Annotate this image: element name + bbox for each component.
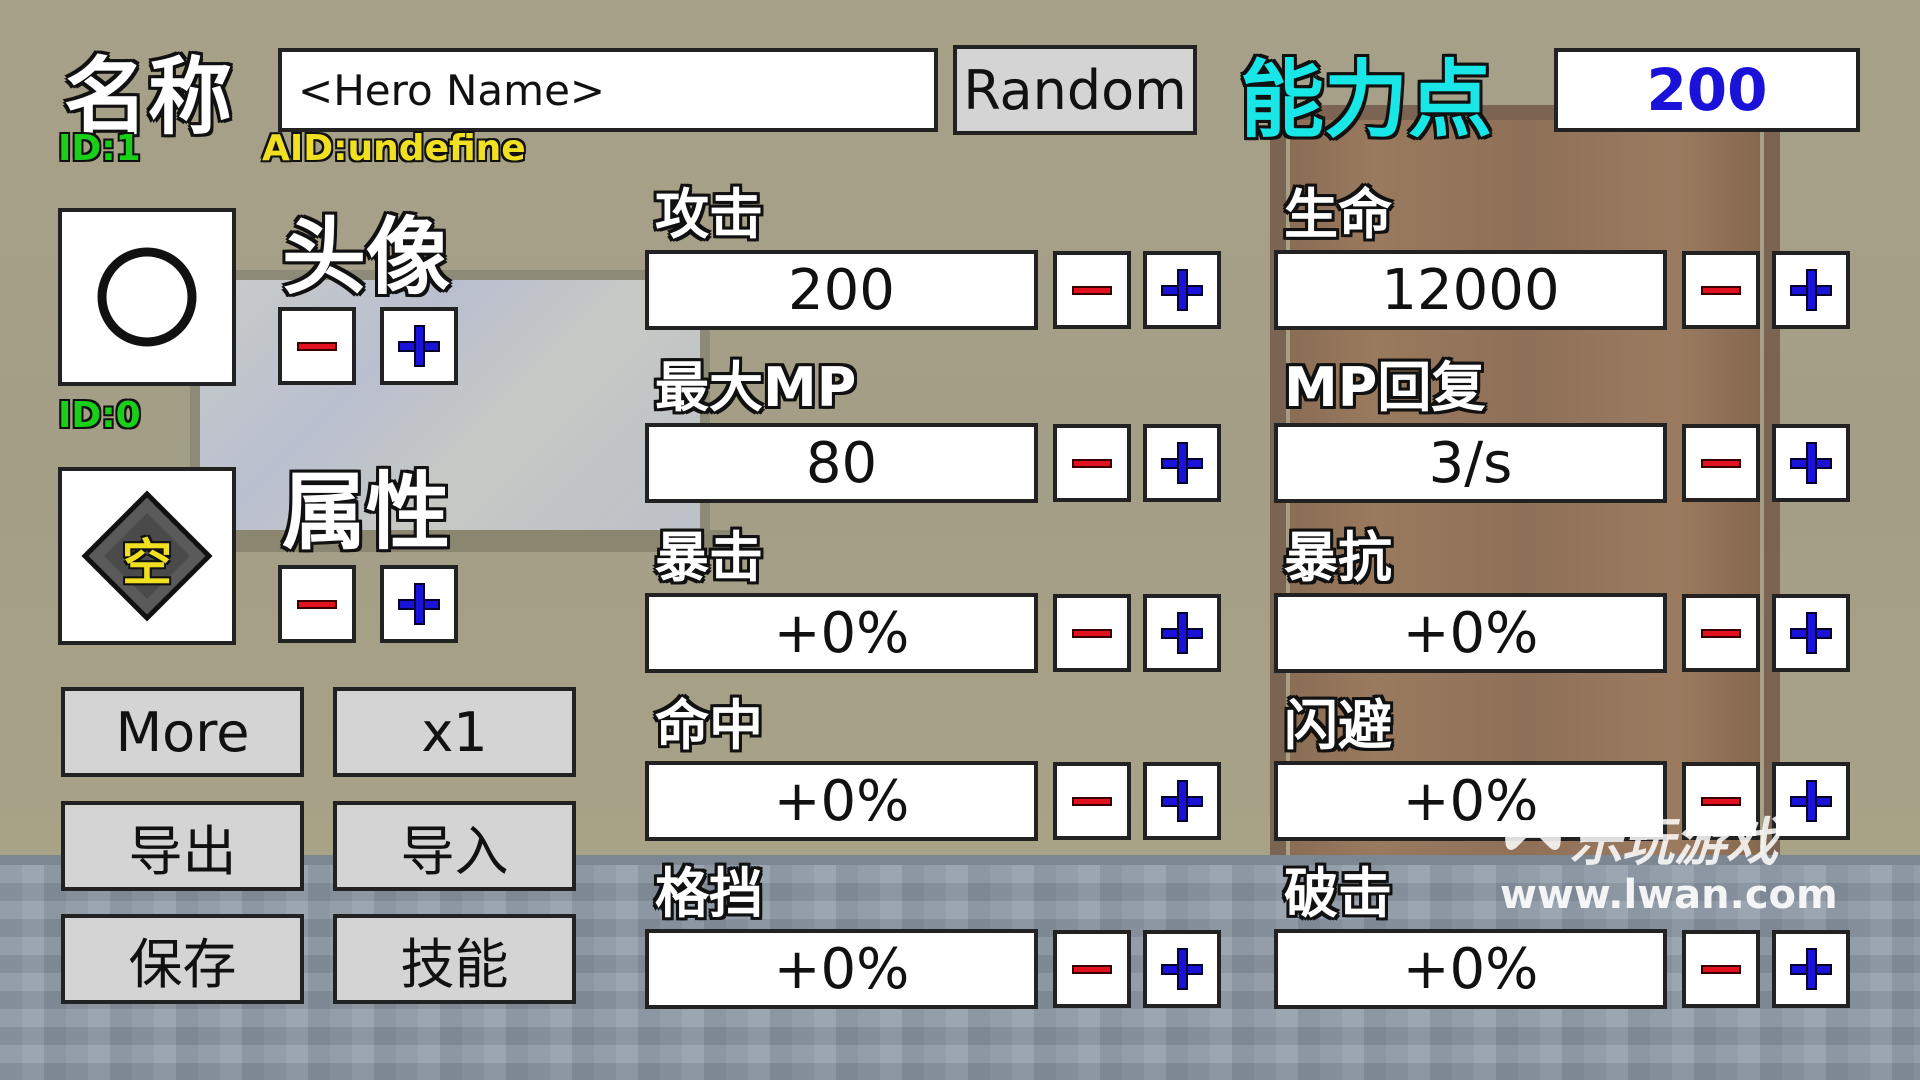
portrait-id-tag: ID:0 (58, 395, 141, 436)
stat-increase-button[interactable] (1772, 251, 1850, 329)
stat-value-field: 80 (645, 423, 1038, 503)
minus-icon (282, 569, 352, 639)
stat-value-field: 12000 (1274, 250, 1667, 330)
hero-name-input[interactable]: <Hero Name> (278, 48, 938, 132)
plus-icon (1776, 598, 1846, 668)
plus-icon (1147, 428, 1217, 498)
stat-value-field: +0% (645, 761, 1038, 841)
stat-label: 格挡 (655, 862, 763, 925)
plus-icon (1776, 428, 1846, 498)
stat-label: MP回复 (1284, 356, 1486, 419)
minus-icon (1686, 934, 1756, 1004)
portrait-next-button[interactable] (380, 307, 458, 385)
stat-value-field: 200 (645, 250, 1038, 330)
stat-label: 最大MP (655, 356, 857, 419)
import-button[interactable]: 导入 (333, 801, 576, 891)
stat-increase-button[interactable] (1772, 594, 1850, 672)
minus-icon (1057, 428, 1127, 498)
stat-decrease-button[interactable] (1682, 251, 1760, 329)
minus-icon (1686, 428, 1756, 498)
attribute-next-button[interactable] (380, 565, 458, 643)
plus-icon (1776, 934, 1846, 1004)
aid-tag: AID:undefine (262, 128, 526, 169)
plus-icon (384, 569, 454, 639)
stat-decrease-button[interactable] (1682, 594, 1760, 672)
plus-icon (1147, 255, 1217, 325)
stat-value-field: +0% (645, 593, 1038, 673)
minus-icon (1057, 598, 1127, 668)
stat-label: 生命 (1284, 183, 1392, 246)
portrait-label: 头像 (282, 208, 451, 306)
controller-logo-icon (1505, 820, 1561, 850)
stat-increase-button[interactable] (1143, 251, 1221, 329)
stat-decrease-button[interactable] (1053, 251, 1131, 329)
minus-icon (282, 311, 352, 381)
attribute-label: 属性 (282, 463, 451, 561)
stat-decrease-button[interactable] (1053, 762, 1131, 840)
plus-icon (1147, 598, 1217, 668)
plus-icon (384, 311, 454, 381)
stat-label: 闪避 (1284, 694, 1392, 757)
save-button[interactable]: 保存 (61, 914, 304, 1004)
multiplier-button[interactable]: x1 (333, 687, 576, 777)
stat-increase-button[interactable] (1143, 594, 1221, 672)
ability-points-value: 200 (1554, 48, 1860, 132)
minus-icon (1686, 598, 1756, 668)
portrait-image[interactable] (58, 208, 236, 386)
minus-icon (1686, 255, 1756, 325)
minus-icon (1057, 766, 1127, 836)
random-name-button[interactable]: Random (953, 45, 1197, 135)
watermark: 乐玩游戏 www.lwan.com (1500, 800, 1860, 920)
attribute-image[interactable]: 空 (58, 467, 236, 645)
stat-increase-button[interactable] (1143, 424, 1221, 502)
stat-decrease-button[interactable] (1682, 424, 1760, 502)
stat-label: 命中 (655, 694, 763, 757)
stat-value-field: +0% (1274, 929, 1667, 1009)
minus-icon (1057, 934, 1127, 1004)
watermark-brand: 乐玩游戏 (1570, 813, 1779, 873)
stat-value-field: +0% (645, 929, 1038, 1009)
stat-increase-button[interactable] (1772, 424, 1850, 502)
more-button[interactable]: More (61, 687, 304, 777)
stat-increase-button[interactable] (1772, 930, 1850, 1008)
plus-icon (1147, 766, 1217, 836)
stat-decrease-button[interactable] (1053, 594, 1131, 672)
stat-decrease-button[interactable] (1682, 930, 1760, 1008)
attribute-badge-text: 空 (122, 534, 172, 592)
plus-icon (1776, 255, 1846, 325)
portrait-prev-button[interactable] (278, 307, 356, 385)
stat-label: 暴抗 (1284, 526, 1392, 589)
stat-label: 暴击 (655, 526, 763, 589)
stat-label: 破击 (1284, 862, 1392, 925)
stat-increase-button[interactable] (1143, 762, 1221, 840)
stat-decrease-button[interactable] (1053, 424, 1131, 502)
stat-value-field: +0% (1274, 593, 1667, 673)
background-window-sill (190, 530, 730, 552)
ability-points-label: 能力点 (1240, 51, 1493, 149)
plus-icon (1147, 934, 1217, 1004)
watermark-url: www.lwan.com (1500, 872, 1838, 918)
hero-id-tag: ID:1 (58, 128, 141, 169)
stat-value-field: 3/s (1274, 423, 1667, 503)
circle-outline-icon (97, 247, 197, 347)
stat-label: 攻击 (655, 183, 763, 246)
skills-button[interactable]: 技能 (333, 914, 576, 1004)
export-button[interactable]: 导出 (61, 801, 304, 891)
stat-increase-button[interactable] (1143, 930, 1221, 1008)
stat-decrease-button[interactable] (1053, 930, 1131, 1008)
attribute-prev-button[interactable] (278, 565, 356, 643)
minus-icon (1057, 255, 1127, 325)
